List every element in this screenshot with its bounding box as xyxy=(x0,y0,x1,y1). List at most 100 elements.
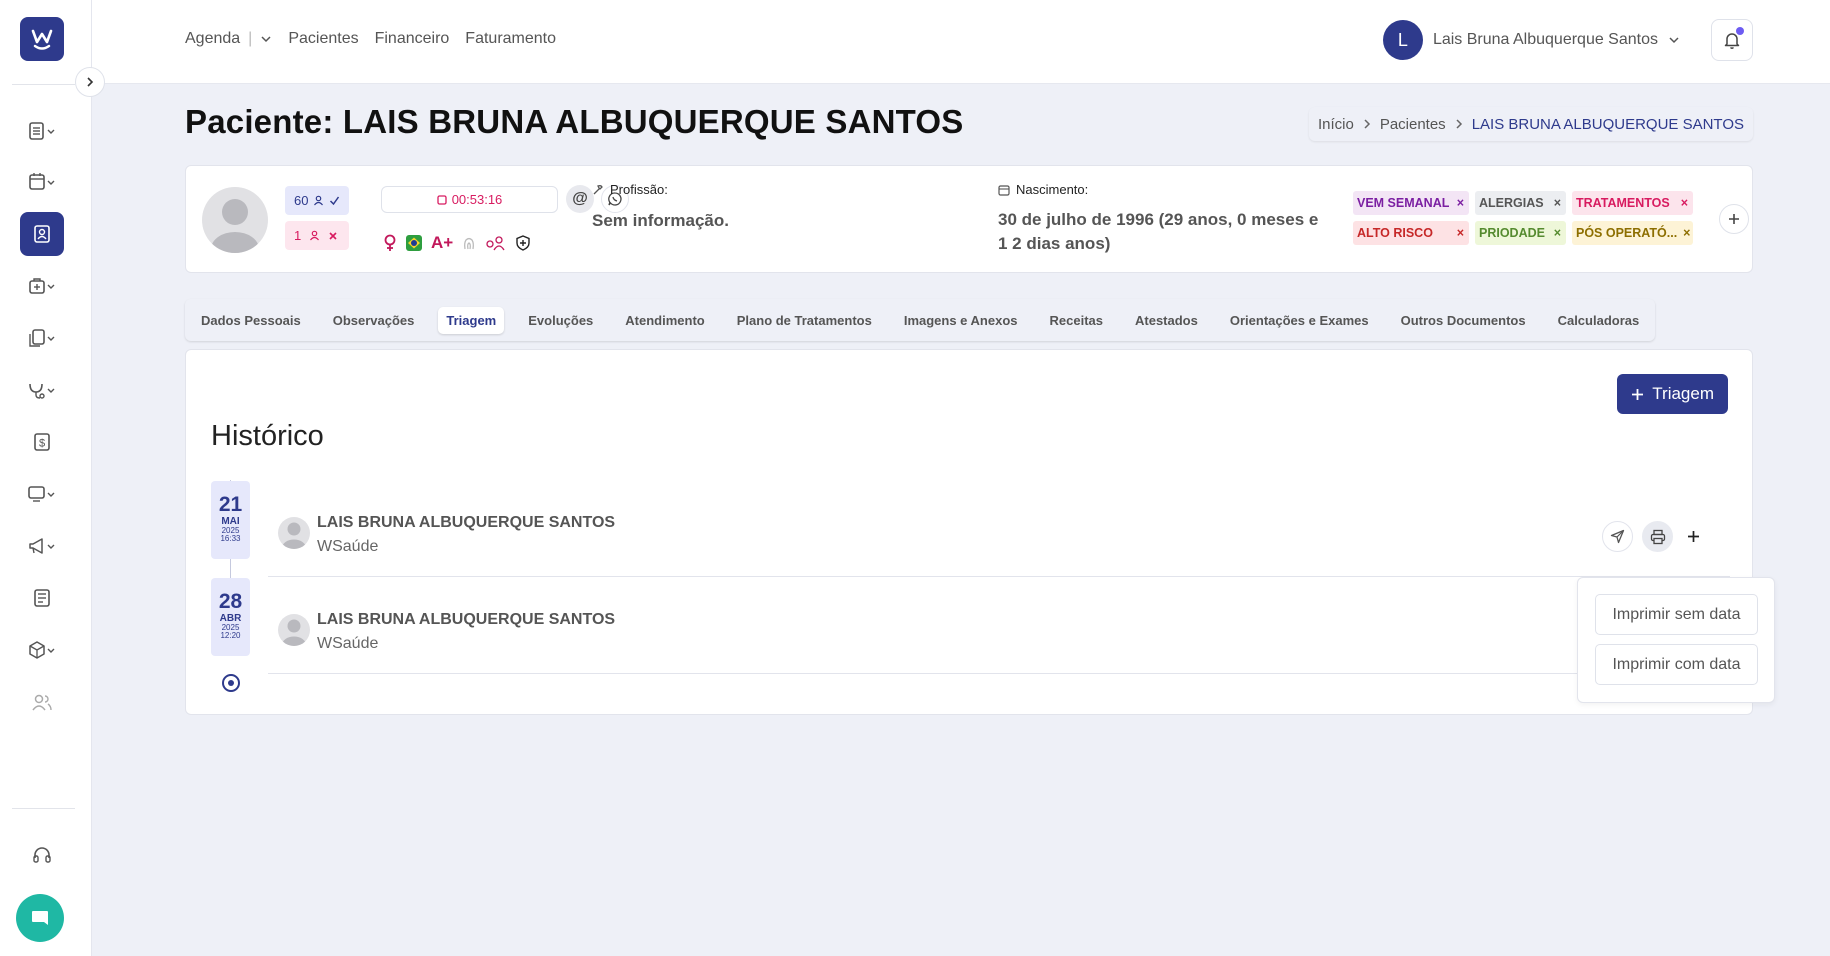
chevron-down-icon xyxy=(1669,37,1679,44)
sidebar-item-users[interactable] xyxy=(20,680,64,724)
remove-tag-icon[interactable]: × xyxy=(1683,226,1690,240)
tab-evolucoes[interactable]: Evoluções xyxy=(520,307,601,334)
tag-label: PÓS OPERATÓ... xyxy=(1576,226,1678,240)
stop-icon xyxy=(437,194,447,205)
profession-value: Sem informação. xyxy=(592,211,729,230)
date-time: 12:20 xyxy=(220,631,241,640)
tab-orientacoes-e-exames[interactable]: Orientações e Exames xyxy=(1222,307,1377,334)
tab-outros-documentos[interactable]: Outros Documentos xyxy=(1393,307,1534,334)
birth-date-label: Nascimento: xyxy=(998,182,1088,197)
sidebar-item-marketing[interactable] xyxy=(20,524,64,568)
remove-tag-icon[interactable]: × xyxy=(1681,196,1688,210)
sidebar-item-reports[interactable] xyxy=(20,576,64,620)
stethoscope-icon xyxy=(29,383,55,399)
printer-icon xyxy=(1650,529,1665,544)
add-triage-button[interactable]: Triagem xyxy=(1617,374,1728,414)
print-without-date-option[interactable]: Imprimir sem data xyxy=(1595,594,1758,635)
at-sign-icon: @ xyxy=(572,190,588,207)
sidebar-item-support[interactable] xyxy=(20,833,64,877)
session-timer[interactable]: 00:53:16 xyxy=(381,186,558,213)
timeline-date: 21 MAI 2025 16:33 xyxy=(211,481,250,559)
nav-pacientes[interactable]: Pacientes xyxy=(288,30,358,48)
tab-atestados[interactable]: Atestados xyxy=(1127,307,1206,334)
tab-atendimento[interactable]: Atendimento xyxy=(617,307,712,334)
breadcrumb-home[interactable]: Início xyxy=(1318,116,1354,133)
sidebar-divider xyxy=(12,808,75,809)
page-title: Paciente: LAIS BRUNA ALBUQUERQUE SANTOS xyxy=(185,103,964,140)
dollar-icon: $ xyxy=(34,433,50,451)
user-menu[interactable]: L Lais Bruna Albuquerque Santos xyxy=(1382,20,1680,60)
sidebar-item-monitor[interactable] xyxy=(20,472,64,516)
sidebar-item-documents[interactable] xyxy=(20,316,64,360)
tab-observacoes[interactable]: Observações xyxy=(325,307,423,334)
nav-agenda-dropdown[interactable] xyxy=(260,33,272,45)
blood-type: A+ xyxy=(431,233,454,252)
print-with-date-option[interactable]: Imprimir com data xyxy=(1595,644,1758,685)
shield-icon xyxy=(516,235,530,251)
sidebar-item-finance[interactable]: $ xyxy=(20,420,64,464)
tab-triagem[interactable]: Triagem xyxy=(438,306,505,334)
users-icon xyxy=(32,694,52,711)
remove-tag-icon[interactable]: × xyxy=(1457,196,1464,210)
calendar-icon xyxy=(998,184,1010,196)
attendance-count: 60 xyxy=(294,193,309,208)
app-logo[interactable] xyxy=(20,17,64,61)
nav-faturamento[interactable]: Faturamento xyxy=(465,30,556,48)
print-options-menu: Imprimir sem data Imprimir com data xyxy=(1577,577,1775,703)
remove-tag-icon[interactable]: × xyxy=(1554,226,1561,240)
plus-icon xyxy=(1632,388,1644,400)
entry-patient-name: LAIS BRUNA ALBUQUERQUE SANTOS xyxy=(317,514,616,531)
sidebar-item-agenda[interactable] xyxy=(20,160,64,204)
chat-widget-button[interactable] xyxy=(16,894,64,942)
remove-tag-icon[interactable]: × xyxy=(1457,226,1464,240)
date-time: 16:33 xyxy=(220,534,241,543)
notifications-button[interactable] xyxy=(1711,19,1753,61)
tab-receitas[interactable]: Receitas xyxy=(1042,307,1111,334)
top-navigation: Agenda | Pacientes Financeiro Faturament… xyxy=(185,30,572,48)
attendance-count-badge: 60 xyxy=(285,186,349,215)
tab-imagens-e-anexos[interactable]: Imagens e Anexos xyxy=(896,307,1026,334)
patient-tag: ALERGIAS × xyxy=(1475,191,1566,215)
check-icon xyxy=(330,196,340,206)
send-icon xyxy=(1610,529,1625,544)
tab-calculadoras[interactable]: Calculadoras xyxy=(1550,307,1648,334)
sidebar-item-inventory[interactable] xyxy=(20,628,64,672)
sidebar-item-records[interactable] xyxy=(20,109,64,153)
sidebar-item-procedures[interactable] xyxy=(20,368,64,412)
female-icon xyxy=(384,234,396,251)
nav-agenda[interactable]: Agenda xyxy=(185,30,240,48)
nav-separator: | xyxy=(248,30,253,47)
expand-button[interactable] xyxy=(1682,526,1704,548)
add-tag-button[interactable] xyxy=(1719,204,1749,234)
entry-actions xyxy=(1602,521,1704,552)
chevron-down-icon xyxy=(261,36,271,43)
sidebar-item-clinic[interactable] xyxy=(20,264,64,308)
person-icon xyxy=(310,230,320,241)
tab-plano-de-tratamentos[interactable]: Plano de Tratamentos xyxy=(729,307,880,334)
breadcrumb-patients[interactable]: Pacientes xyxy=(1380,116,1446,133)
remove-tag-icon[interactable]: × xyxy=(1554,196,1561,210)
person-icon xyxy=(314,195,324,206)
triage-entry[interactable]: LAIS BRUNA ALBUQUERQUE SANTOS WSaúde xyxy=(268,584,1730,674)
sidebar-divider xyxy=(12,84,75,85)
chevron-right-icon xyxy=(1455,116,1463,133)
entry-organization: WSaúde xyxy=(317,635,379,652)
svg-text:$: $ xyxy=(39,438,45,450)
tab-dados-pessoais[interactable]: Dados Pessoais xyxy=(193,307,309,334)
patient-tag: PRIODADE × xyxy=(1475,221,1566,245)
sidebar-item-patients[interactable] xyxy=(20,212,64,256)
nav-financeiro[interactable]: Financeiro xyxy=(375,30,450,48)
patient-avatar xyxy=(202,187,268,253)
triage-entry[interactable]: LAIS BRUNA ALBUQUERQUE SANTOS WSaúde xyxy=(268,487,1730,577)
patient-indicators: A+ xyxy=(383,233,530,253)
profession-label-text: Profissão: xyxy=(610,182,668,197)
entry-avatar xyxy=(278,614,310,646)
email-button[interactable]: @ xyxy=(566,185,594,213)
print-button[interactable] xyxy=(1642,521,1673,552)
sidebar-toggle-button[interactable] xyxy=(75,67,105,97)
triage-panel: Triagem Histórico 21 MAI 2025 16:33 28 A… xyxy=(185,349,1753,715)
user-avatar: L xyxy=(1382,20,1423,60)
send-button[interactable] xyxy=(1602,521,1633,552)
breadcrumb-current: LAIS BRUNA ALBUQUERQUE SANTOS xyxy=(1471,115,1744,133)
monitor-icon xyxy=(28,486,55,502)
